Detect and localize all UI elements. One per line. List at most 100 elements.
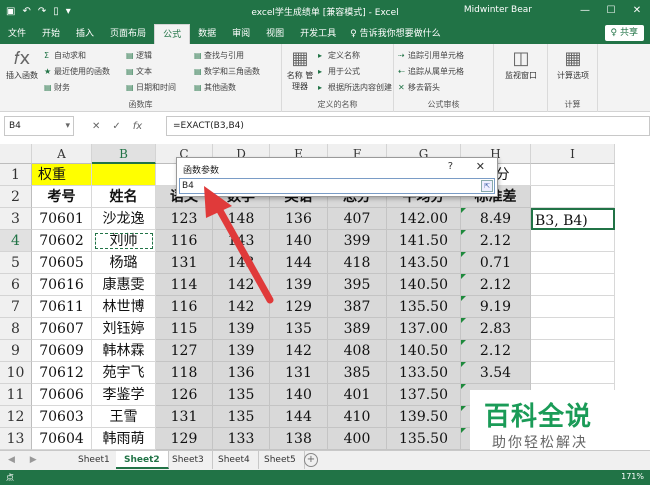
define-name-button[interactable]: ▸ 定义名称 bbox=[318, 50, 360, 61]
cell-h6[interactable]: 2.12 bbox=[461, 274, 531, 296]
undo-icon[interactable]: ↶ bbox=[22, 6, 30, 17]
more-functions-button[interactable]: ▤ 其他函数 bbox=[194, 82, 236, 93]
add-sheet-button[interactable]: + bbox=[304, 453, 318, 467]
tab-formulas[interactable]: 公式 bbox=[154, 24, 191, 44]
chevron-down-icon[interactable]: ▾ bbox=[65, 117, 70, 135]
cell-a9[interactable]: 70609 bbox=[32, 340, 92, 362]
help-icon[interactable]: ? bbox=[448, 161, 453, 172]
cell-i10[interactable] bbox=[531, 362, 615, 384]
save-icon[interactable]: ▣ bbox=[6, 6, 15, 17]
cell-g4[interactable]: 141.50 bbox=[387, 230, 461, 252]
close-icon[interactable]: ✕ bbox=[624, 0, 650, 22]
user-name[interactable]: Midwinter Bear bbox=[464, 5, 532, 15]
row-header-8[interactable]: 8 bbox=[0, 318, 32, 340]
financial-button[interactable]: ▤ 财务 bbox=[44, 82, 70, 93]
cell-a4[interactable]: 70602 bbox=[32, 230, 92, 252]
cell-i9[interactable] bbox=[531, 340, 615, 362]
cell-h4[interactable]: 2.12 bbox=[461, 230, 531, 252]
tab-view[interactable]: 视图 bbox=[258, 24, 292, 44]
cell-h8[interactable]: 2.83 bbox=[461, 318, 531, 340]
cell-b12[interactable]: 王雪 bbox=[92, 406, 156, 428]
row-header-12[interactable]: 12 bbox=[0, 406, 32, 428]
create-from-selection-button[interactable]: ▸ 根据所选内容创建 bbox=[318, 82, 392, 93]
cell-g7[interactable]: 135.50 bbox=[387, 296, 461, 318]
cell-b5[interactable]: 杨璐 bbox=[92, 252, 156, 274]
cell-a11[interactable]: 70606 bbox=[32, 384, 92, 406]
cell-f4[interactable]: 399 bbox=[328, 230, 387, 252]
cell-g6[interactable]: 140.50 bbox=[387, 274, 461, 296]
use-in-formula-button[interactable]: ▸ 用于公式 bbox=[318, 66, 360, 77]
select-all-corner[interactable] bbox=[0, 144, 32, 164]
watch-window-button[interactable]: ◫ 监视窗口 bbox=[498, 48, 544, 81]
fx-icon[interactable]: fx bbox=[133, 121, 142, 132]
cell-b10[interactable]: 苑宇飞 bbox=[92, 362, 156, 384]
row-header-6[interactable]: 6 bbox=[0, 274, 32, 296]
cell-a7[interactable]: 70611 bbox=[32, 296, 92, 318]
cell-e9[interactable]: 142 bbox=[270, 340, 328, 362]
cell-g5[interactable]: 143.50 bbox=[387, 252, 461, 274]
row-header-5[interactable]: 5 bbox=[0, 252, 32, 274]
row-header-10[interactable]: 10 bbox=[0, 362, 32, 384]
cell-g11[interactable]: 137.50 bbox=[387, 384, 461, 406]
cell-f5[interactable]: 418 bbox=[328, 252, 387, 274]
trace-precedents-button[interactable]: ⇢ 追踪引用单元格 bbox=[398, 50, 464, 61]
cell-g10[interactable]: 133.50 bbox=[387, 362, 461, 384]
cell-i1[interactable] bbox=[531, 164, 615, 186]
cell-e12[interactable]: 144 bbox=[270, 406, 328, 428]
cell-c5[interactable]: 131 bbox=[156, 252, 213, 274]
tell-me-search[interactable]: ♀ 告诉我你想要做什么 bbox=[350, 24, 440, 44]
cell-d3[interactable]: 148 bbox=[213, 208, 270, 230]
trace-dependents-button[interactable]: ⇠ 追踪从属单元格 bbox=[398, 66, 464, 77]
cell-i6[interactable] bbox=[531, 274, 615, 296]
cell-c9[interactable]: 127 bbox=[156, 340, 213, 362]
cell-f7[interactable]: 387 bbox=[328, 296, 387, 318]
cell-a2[interactable]: 考号 bbox=[32, 186, 92, 208]
tab-insert[interactable]: 插入 bbox=[68, 24, 102, 44]
row-header-13[interactable]: 13 bbox=[0, 428, 32, 450]
sheet-tab-3[interactable]: Sheet3 bbox=[164, 451, 213, 469]
cell-b11[interactable]: 李鉴学 bbox=[92, 384, 156, 406]
cell-f3[interactable]: 407 bbox=[328, 208, 387, 230]
cell-d11[interactable]: 135 bbox=[213, 384, 270, 406]
cell-f12[interactable]: 410 bbox=[328, 406, 387, 428]
cell-c11[interactable]: 126 bbox=[156, 384, 213, 406]
cell-c4[interactable]: 116 bbox=[156, 230, 213, 252]
cell-d8[interactable]: 139 bbox=[213, 318, 270, 340]
insert-function-button[interactable]: 𝑓x 插入函数 bbox=[4, 48, 40, 81]
row-header-2[interactable]: 2 bbox=[0, 186, 32, 208]
cell-d12[interactable]: 135 bbox=[213, 406, 270, 428]
cell-g13[interactable]: 135.50 bbox=[387, 428, 461, 450]
cell-f10[interactable]: 385 bbox=[328, 362, 387, 384]
cell-f6[interactable]: 395 bbox=[328, 274, 387, 296]
cell-a13[interactable]: 70604 bbox=[32, 428, 92, 450]
cell-d7[interactable]: 142 bbox=[213, 296, 270, 318]
share-button[interactable]: ♀ 共享 bbox=[604, 25, 644, 41]
cell-h9[interactable]: 2.12 bbox=[461, 340, 531, 362]
cell-i4[interactable] bbox=[531, 230, 615, 252]
redo-icon[interactable]: ↷ bbox=[38, 6, 46, 17]
cell-h10[interactable]: 3.54 bbox=[461, 362, 531, 384]
cell-f9[interactable]: 408 bbox=[328, 340, 387, 362]
cell-a5[interactable]: 70605 bbox=[32, 252, 92, 274]
cell-c3[interactable]: 123 bbox=[156, 208, 213, 230]
cell-b9[interactable]: 韩林霖 bbox=[92, 340, 156, 362]
cell-b4[interactable]: 刘帅 bbox=[92, 230, 156, 252]
expand-dialog-icon[interactable]: ⇱ bbox=[481, 180, 493, 192]
cell-b1[interactable] bbox=[92, 164, 156, 186]
cell-b6[interactable]: 康惠雯 bbox=[92, 274, 156, 296]
cell-c6[interactable]: 114 bbox=[156, 274, 213, 296]
cell-b7[interactable]: 林世博 bbox=[92, 296, 156, 318]
cancel-icon[interactable]: ✕ bbox=[92, 121, 100, 132]
tab-home[interactable]: 开始 bbox=[34, 24, 68, 44]
row-header-1[interactable]: 1 bbox=[0, 164, 32, 186]
cell-e4[interactable]: 140 bbox=[270, 230, 328, 252]
cell-e5[interactable]: 144 bbox=[270, 252, 328, 274]
row-header-4[interactable]: 4 bbox=[0, 230, 32, 252]
cell-b8[interactable]: 刘钰婷 bbox=[92, 318, 156, 340]
tab-file[interactable]: 文件 bbox=[0, 24, 34, 44]
cell-a12[interactable]: 70603 bbox=[32, 406, 92, 428]
cell-c8[interactable]: 115 bbox=[156, 318, 213, 340]
datetime-button[interactable]: ▤ 日期和时间 bbox=[126, 82, 176, 93]
new-file-icon[interactable]: ▯ bbox=[53, 6, 59, 17]
close-icon[interactable]: ✕ bbox=[476, 160, 485, 173]
